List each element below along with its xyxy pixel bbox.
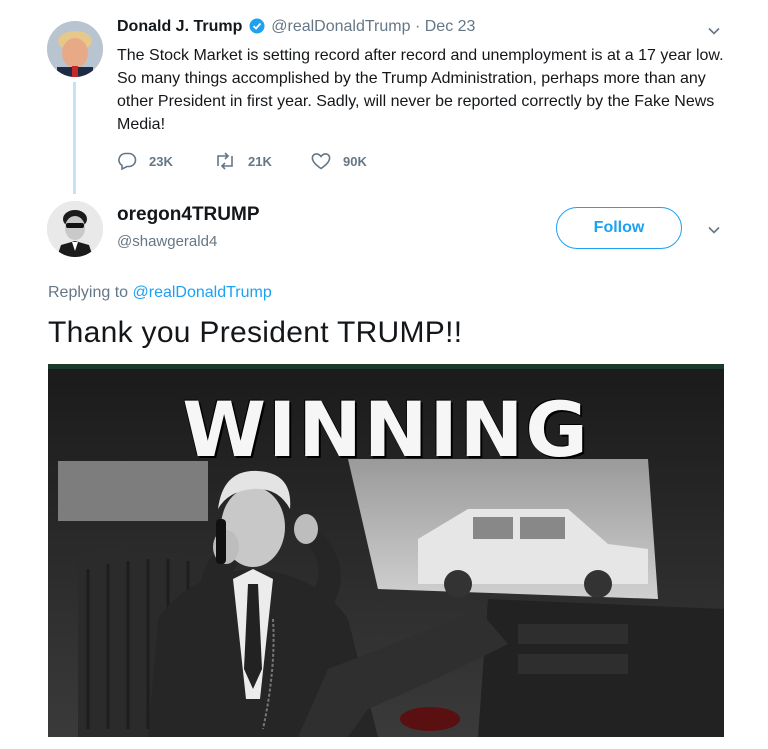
reply-more-chevron-icon[interactable]: [707, 223, 721, 237]
heart-icon: [311, 153, 331, 170]
reply-button[interactable]: 23K: [117, 152, 214, 170]
tweet-date[interactable]: Dec 23: [425, 18, 476, 35]
follow-button[interactable]: Follow: [556, 207, 682, 249]
replying-to-line: Replying to @realDonaldTrump: [48, 284, 272, 302]
reply-author-handle[interactable]: @shawgerald4: [117, 233, 217, 250]
like-button[interactable]: 90K: [311, 152, 408, 170]
reply-author-name[interactable]: oregon4TRUMP: [117, 204, 260, 226]
original-author-handle[interactable]: @realDonaldTrump: [271, 18, 410, 35]
media-caption-text: WINNING: [182, 385, 590, 474]
reply-tweet-text: Thank you President TRUMP!!: [48, 316, 463, 349]
verified-badge-icon: [249, 18, 265, 39]
replying-to-prefix: Replying to: [48, 284, 129, 301]
thread-connector-line: [73, 82, 76, 194]
retweet-button[interactable]: 21K: [214, 152, 311, 170]
reply-count: 23K: [149, 153, 173, 169]
original-author-name[interactable]: Donald J. Trump: [117, 18, 242, 35]
original-author-avatar[interactable]: [47, 21, 103, 77]
reply-icon: [118, 152, 137, 170]
tweet-media-image[interactable]: WINNING: [48, 364, 724, 737]
original-tweet-text: The Stock Market is setting record after…: [117, 47, 724, 133]
tweet-actions: 23K 21K 90K: [117, 152, 408, 170]
original-tweet-header: Donald J. Trump @realDonaldTrump · Dec 2…: [117, 18, 475, 39]
chevron-down-icon[interactable]: [707, 24, 721, 38]
retweet-count: 21K: [248, 153, 272, 169]
like-count: 90K: [343, 153, 367, 169]
retweet-icon: [217, 152, 233, 170]
replying-to-link[interactable]: @realDonaldTrump: [133, 284, 272, 301]
header-separator: ·: [414, 18, 421, 35]
reply-author-avatar[interactable]: [47, 201, 103, 257]
